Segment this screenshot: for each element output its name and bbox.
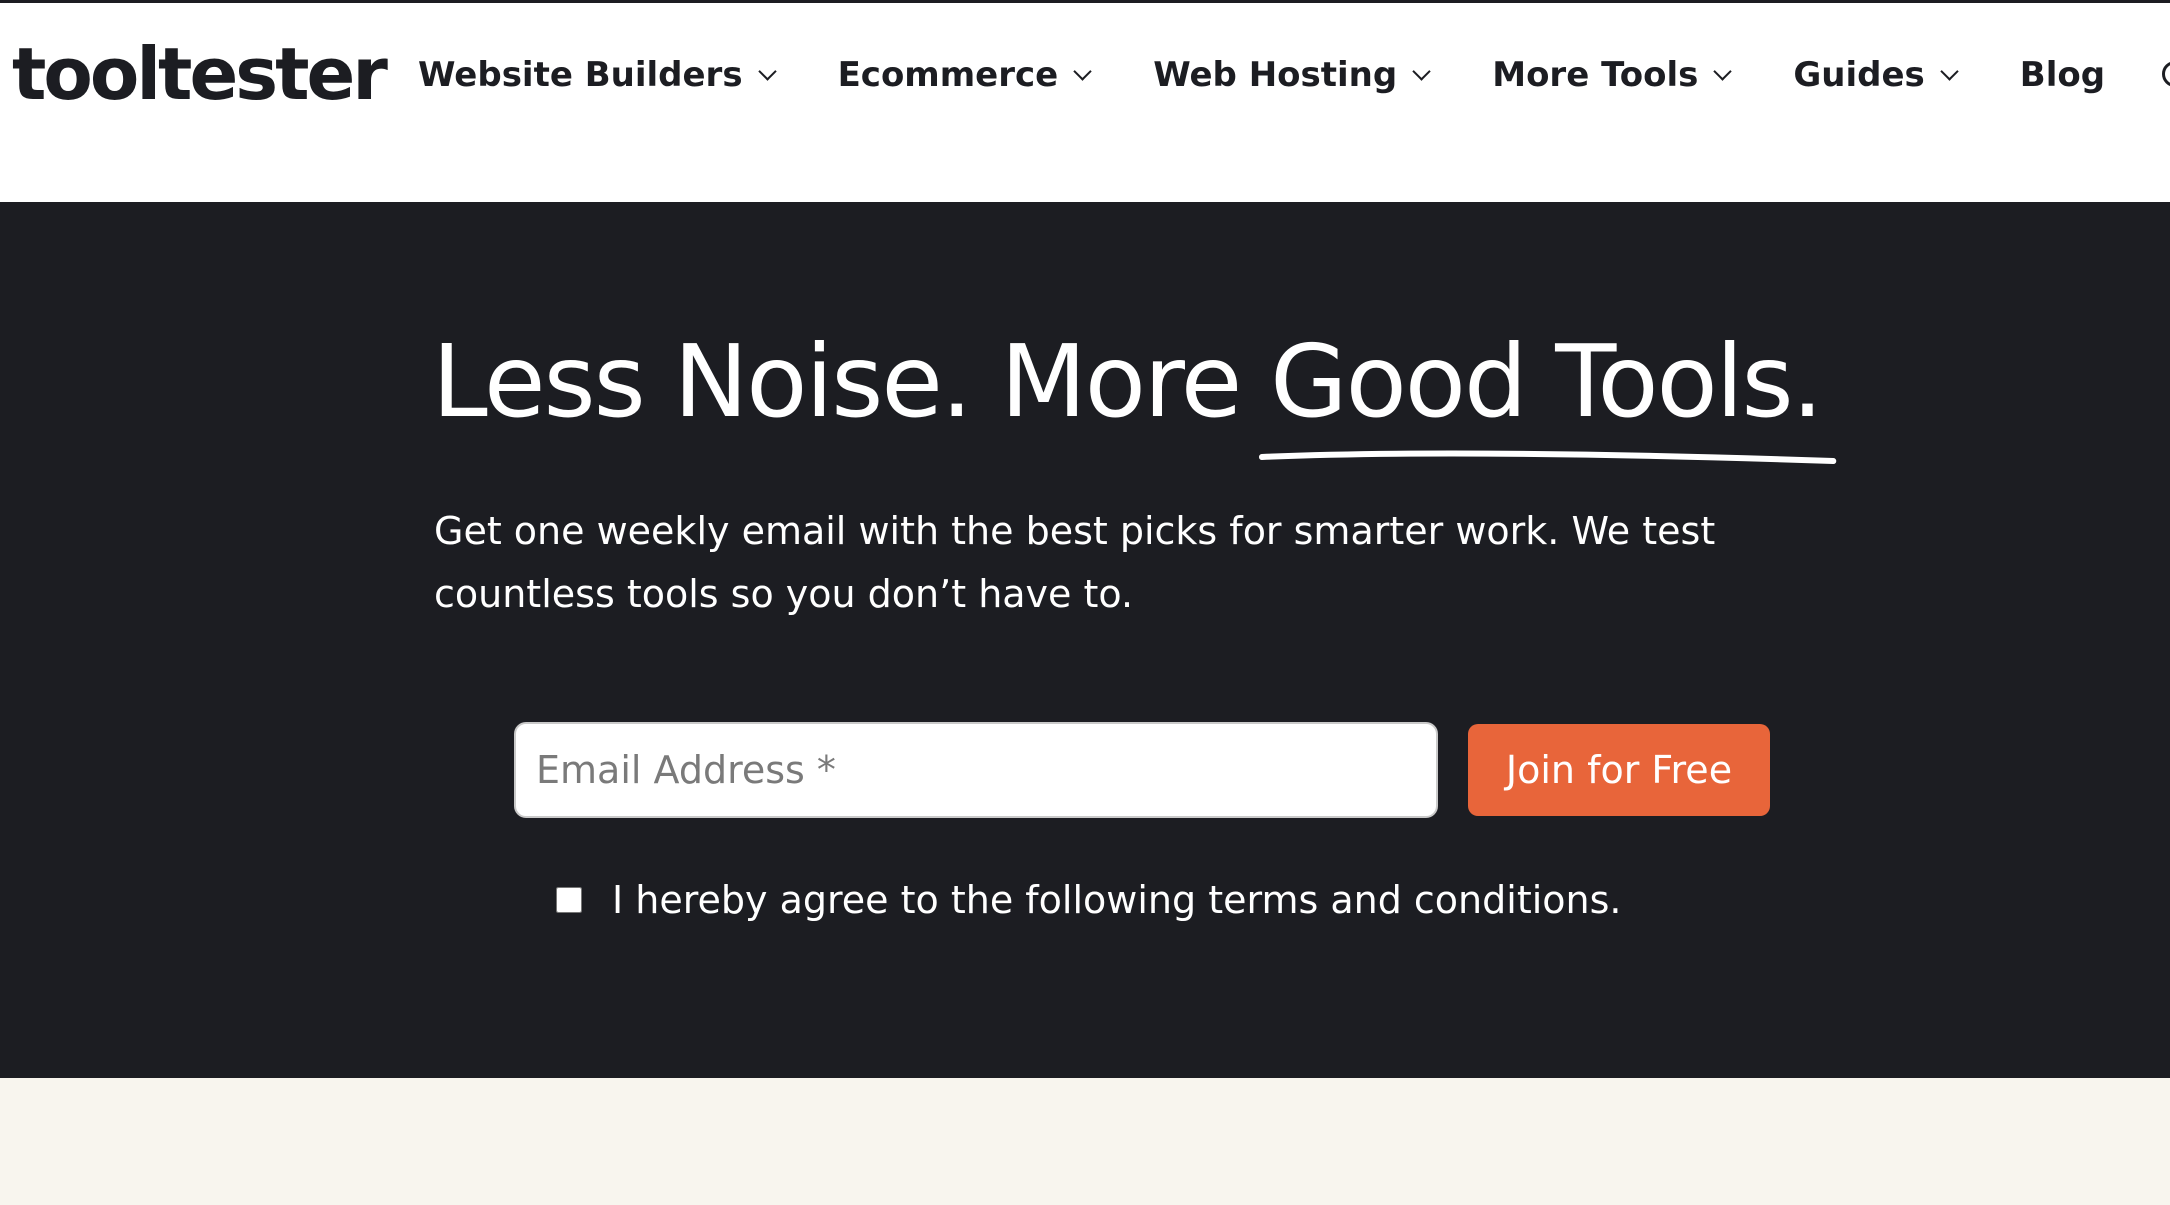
nav-label: Ecommerce [837, 55, 1059, 95]
nav-label: Website Builders [418, 55, 743, 95]
nav-item-blog[interactable]: Blog [2020, 55, 2105, 95]
tooltester-logo[interactable]: tooltester [12, 29, 388, 119]
terms-label: I hereby agree to the following terms an… [612, 878, 1622, 922]
nav-item-ecommerce[interactable]: Ecommerce [837, 55, 1092, 95]
terms-checkbox[interactable] [556, 887, 582, 913]
join-for-free-button[interactable]: Join for Free [1468, 724, 1770, 816]
chevron-down-icon [1940, 61, 1959, 81]
chevron-down-icon [1073, 61, 1092, 81]
newsletter-hero: Less Noise. More Good Tools. Get one wee… [0, 202, 2170, 1078]
nav-item-web-hosting[interactable]: Web Hosting [1153, 55, 1431, 95]
nav-item-more-tools[interactable]: More Tools [1492, 55, 1733, 95]
email-input[interactable] [514, 722, 1438, 818]
nav-label: More Tools [1492, 55, 1699, 95]
nav-label: Blog [2019, 55, 2106, 95]
hero-title-part1: Less Noise. More [432, 323, 1271, 440]
chevron-down-icon [1412, 61, 1431, 81]
site-header: tooltester Website Builders Ecommerce We… [0, 0, 2170, 202]
nav-item-guides[interactable]: Guides [1793, 55, 1959, 95]
hero-title: Less Noise. More Good Tools. [432, 317, 1837, 464]
hero-title-part2: Good Tools. [1270, 323, 1823, 440]
nav-label: Web Hosting [1153, 55, 1398, 95]
signup-form: Join for Free [514, 722, 1770, 818]
terms-agreement[interactable]: I hereby agree to the following terms an… [556, 878, 1622, 922]
main-nav: Website Builders Ecommerce Web Hosting M… [418, 45, 2169, 105]
chevron-down-icon [1713, 61, 1733, 81]
nav-item-website-builders[interactable]: Website Builders [418, 55, 777, 95]
nav-label: Guides [1793, 55, 1925, 95]
hero-title-highlight: Good Tools. [1259, 317, 1837, 464]
hero-description: Get one weekly email with the best picks… [434, 509, 1716, 616]
hand-drawn-underline [1259, 450, 1837, 464]
page-content-area [0, 1078, 2170, 1205]
chevron-down-icon [757, 61, 777, 81]
